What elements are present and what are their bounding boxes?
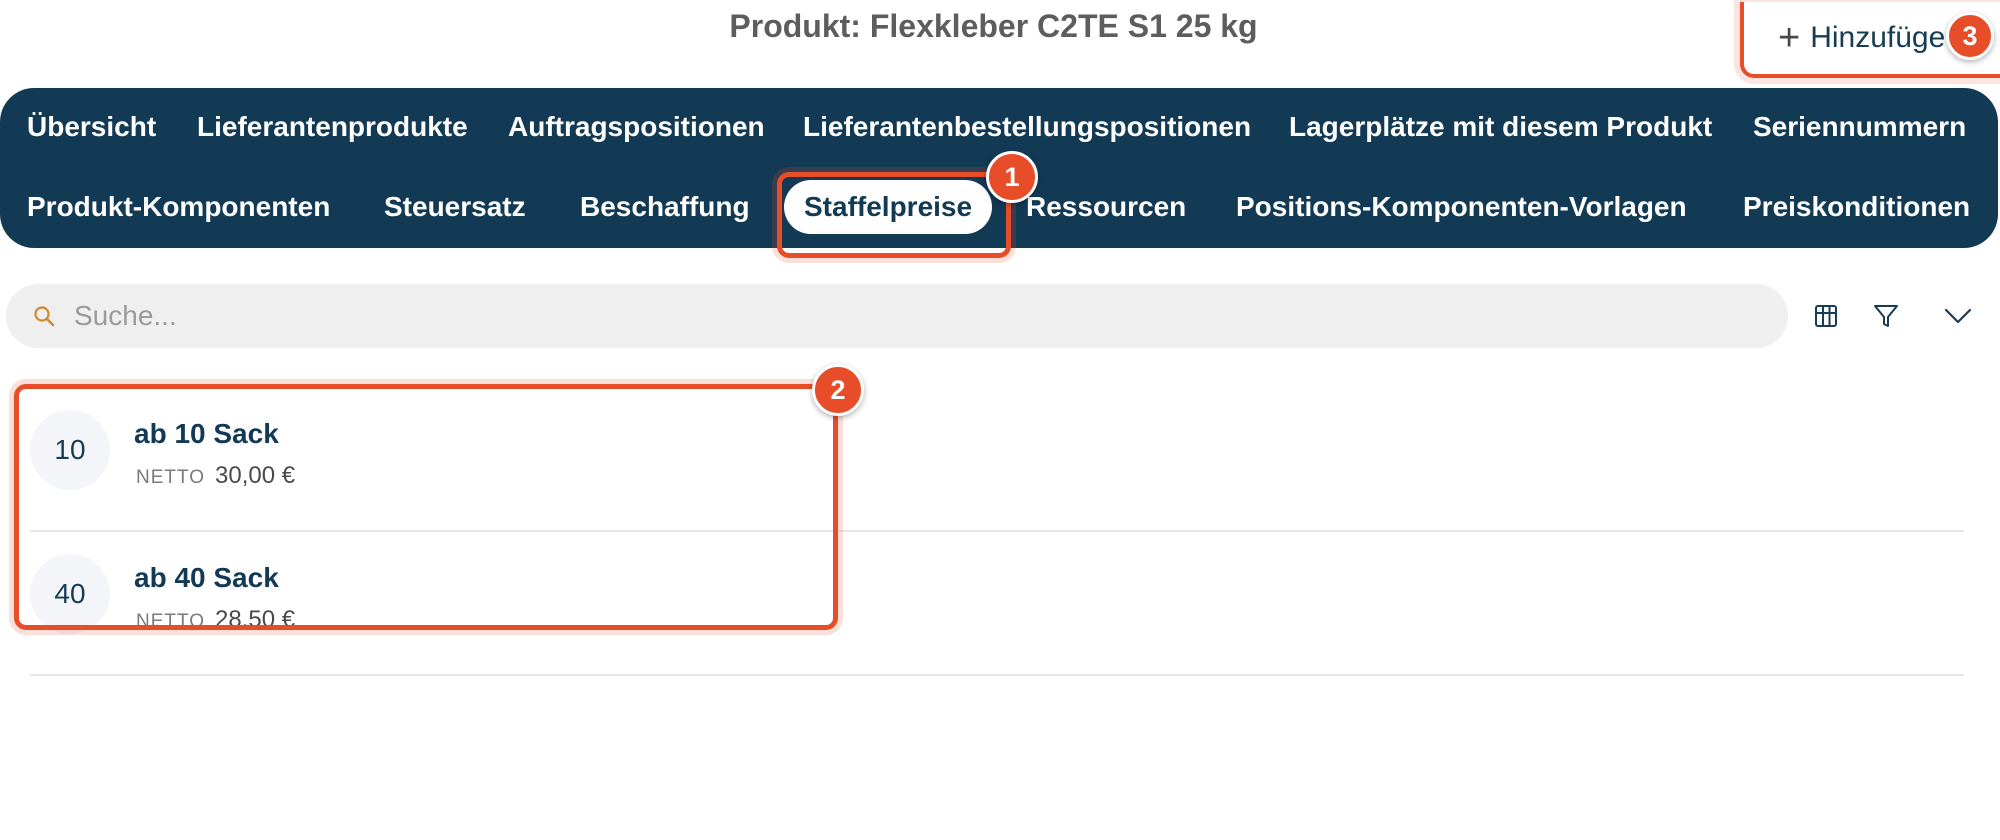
step-marker-1: 1: [986, 151, 1038, 203]
plus-icon: +: [1778, 17, 1801, 59]
chevron-down-icon[interactable]: [1940, 298, 1976, 334]
list-item[interactable]: 10 ab 10 Sack NETTO 30,00 €: [30, 388, 1964, 532]
step-marker-3: 3: [1946, 12, 1994, 60]
search-input[interactable]: [72, 299, 1676, 333]
filter-icon[interactable]: [1868, 298, 1904, 334]
tab-positions-komponenten-vorlagen[interactable]: Positions-Komponenten-Vorlagen: [1236, 190, 1687, 224]
item-price-line: NETTO 30,00 €: [136, 462, 295, 490]
tab-lagerplaetze[interactable]: Lagerplätze mit diesem Produkt: [1289, 110, 1712, 144]
add-button-label: Hinzufüge: [1810, 21, 1946, 54]
tab-beschaffung[interactable]: Beschaffung: [580, 190, 750, 224]
grid-icon[interactable]: [1808, 298, 1844, 334]
tab-produkt-komponenten[interactable]: Produkt-Komponenten: [27, 190, 330, 224]
item-price: 30,00 €: [215, 462, 296, 489]
item-title: ab 10 Sack: [134, 418, 279, 449]
list-item[interactable]: 40 ab 40 Sack NETTO 28,50 €: [30, 532, 1964, 676]
tab-ressourcen[interactable]: Ressourcen: [1026, 190, 1186, 224]
netto-label: NETTO: [136, 467, 206, 488]
tab-staffelpreise[interactable]: Staffelpreise: [784, 180, 993, 234]
tab-preiskonditionen[interactable]: Preiskonditionen: [1743, 190, 1970, 224]
search-bar: [6, 284, 1788, 348]
quantity-badge: 40: [30, 554, 110, 634]
tab-lieferantenbestellungspositionen[interactable]: Lieferantenbestellungspositionen: [803, 110, 1251, 144]
item-price: 28,50 €: [215, 606, 296, 633]
item-title: ab 40 Sack: [134, 562, 279, 593]
quantity-badge: 10: [30, 410, 110, 490]
page-title: Produkt: Flexkleber C2TE S1 25 kg: [729, 8, 1258, 44]
tab-lieferantenprodukte[interactable]: Lieferantenprodukte: [197, 110, 468, 144]
netto-label: NETTO: [136, 611, 206, 632]
tab-steuersatz[interactable]: Steuersatz: [384, 190, 526, 224]
tab-auftragspositionen[interactable]: Auftragspositionen: [508, 110, 765, 144]
tab-seriennummern[interactable]: Seriennummern: [1753, 110, 1966, 144]
tab-uebersicht[interactable]: Übersicht: [27, 110, 156, 144]
step-marker-2: 2: [812, 364, 864, 416]
item-price-line: NETTO 28,50 €: [136, 606, 295, 634]
search-icon: [34, 306, 55, 327]
